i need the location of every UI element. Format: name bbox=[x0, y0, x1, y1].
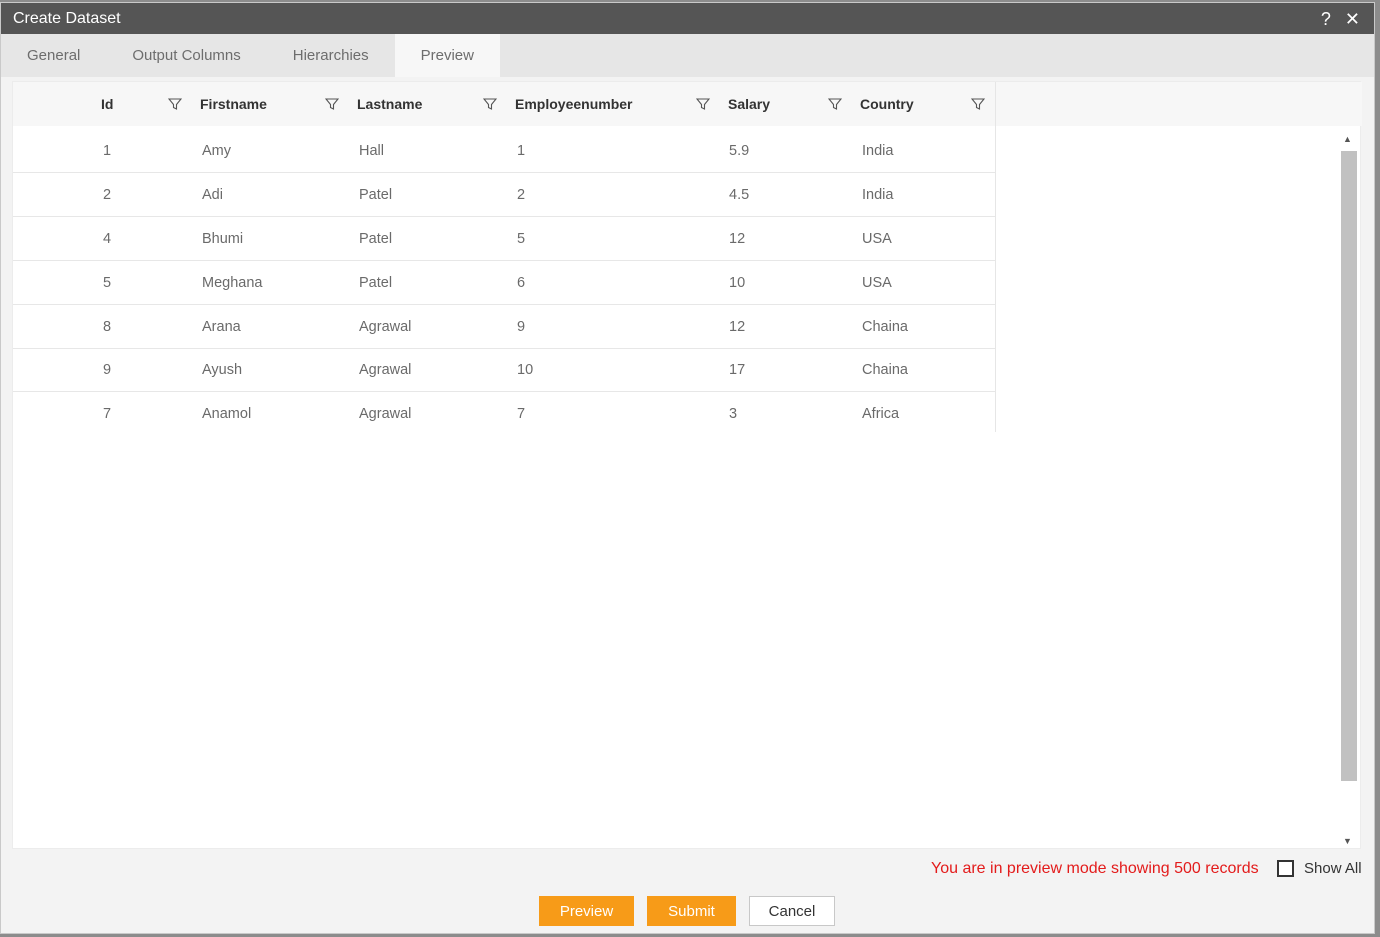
tab-output-columns[interactable]: Output Columns bbox=[106, 34, 266, 77]
tab-preview[interactable]: Preview bbox=[394, 34, 500, 77]
cell-id: 1 bbox=[103, 142, 112, 159]
cell-salary: 12 bbox=[729, 318, 746, 335]
cell-firstname: Bhumi bbox=[202, 230, 244, 247]
cell-firstname: Amy bbox=[202, 142, 231, 159]
table-row[interactable]: 1 Amy Hall 1 5.9 India bbox=[13, 129, 995, 173]
preview-button[interactable]: Preview bbox=[539, 896, 634, 926]
preview-grid-panel: Id Firstname Lastname Employeenumber Sal… bbox=[12, 81, 1362, 849]
column-divider bbox=[995, 82, 996, 432]
cell-lastname: Agrawal bbox=[359, 361, 412, 378]
cell-employeenumber: 2 bbox=[517, 186, 526, 203]
grid-header: Id Firstname Lastname Employeenumber Sal… bbox=[13, 82, 1362, 126]
cell-firstname: Adi bbox=[202, 186, 223, 203]
cell-salary: 17 bbox=[729, 361, 746, 378]
scrollbar-thumb[interactable] bbox=[1341, 151, 1357, 781]
dialog-title: Create Dataset bbox=[13, 9, 121, 27]
cell-lastname: Hall bbox=[359, 142, 384, 159]
show-all-toggle[interactable]: Show All bbox=[1277, 860, 1362, 877]
cell-country: Africa bbox=[862, 405, 900, 422]
cell-country: India bbox=[862, 186, 894, 203]
cell-id: 5 bbox=[103, 274, 112, 291]
scroll-up-arrow-icon[interactable]: ▲ bbox=[1339, 132, 1356, 146]
filter-icon[interactable] bbox=[696, 82, 710, 126]
cell-salary: 10 bbox=[729, 274, 746, 291]
cell-country: USA bbox=[862, 274, 892, 291]
cell-country: India bbox=[862, 142, 894, 159]
cell-employeenumber: 1 bbox=[517, 142, 526, 159]
show-all-checkbox[interactable] bbox=[1277, 860, 1294, 877]
submit-button[interactable]: Submit bbox=[647, 896, 736, 926]
cell-country: Chaina bbox=[862, 318, 908, 335]
cell-id: 2 bbox=[103, 186, 112, 203]
cell-employeenumber: 6 bbox=[517, 274, 526, 291]
cell-salary: 12 bbox=[729, 230, 746, 247]
vertical-scrollbar[interactable]: ▲ ▼ bbox=[1339, 132, 1357, 848]
filter-icon[interactable] bbox=[483, 82, 497, 126]
cell-salary: 4.5 bbox=[729, 186, 750, 203]
cell-employeenumber: 7 bbox=[517, 405, 526, 422]
filter-icon[interactable] bbox=[828, 82, 842, 126]
cancel-button[interactable]: Cancel bbox=[749, 896, 835, 926]
cell-lastname: Patel bbox=[359, 274, 393, 291]
title-actions: ? ✕ bbox=[1321, 3, 1360, 34]
cell-firstname: Anamol bbox=[202, 405, 252, 422]
cell-firstname: Arana bbox=[202, 318, 241, 335]
cell-firstname: Meghana bbox=[202, 274, 263, 291]
column-header-id[interactable]: Id bbox=[101, 82, 113, 126]
table-row[interactable]: 2 Adi Patel 2 4.5 India bbox=[13, 173, 995, 217]
column-header-lastname[interactable]: Lastname bbox=[357, 82, 422, 126]
cell-firstname: Ayush bbox=[202, 361, 243, 378]
cell-employeenumber: 9 bbox=[517, 318, 526, 335]
table-row[interactable]: 8 Arana Agrawal 9 12 Chaina bbox=[13, 305, 995, 349]
cell-id: 9 bbox=[103, 361, 112, 378]
dialog-titlebar: Create Dataset ? ✕ bbox=[1, 3, 1374, 34]
table-row[interactable]: 7 Anamol Agrawal 7 3 Africa bbox=[13, 392, 995, 436]
cell-lastname: Patel bbox=[359, 186, 393, 203]
column-header-firstname[interactable]: Firstname bbox=[200, 82, 267, 126]
filter-icon[interactable] bbox=[971, 82, 985, 126]
cell-salary: 3 bbox=[729, 405, 738, 422]
cell-salary: 5.9 bbox=[729, 142, 750, 159]
preview-mode-notice: You are in preview mode showing 500 reco… bbox=[931, 860, 1259, 877]
cell-country: Chaina bbox=[862, 361, 908, 378]
tab-bar: General Output Columns Hierarchies Previ… bbox=[1, 34, 1374, 77]
cell-lastname: Agrawal bbox=[359, 318, 412, 335]
cell-id: 7 bbox=[103, 405, 112, 422]
filter-icon[interactable] bbox=[168, 82, 182, 126]
table-row[interactable]: 5 Meghana Patel 6 10 USA bbox=[13, 261, 995, 305]
show-all-label: Show All bbox=[1304, 860, 1362, 877]
column-header-employeenumber[interactable]: Employeenumber bbox=[515, 82, 632, 126]
close-icon[interactable]: ✕ bbox=[1345, 10, 1360, 28]
scroll-down-arrow-icon[interactable]: ▼ bbox=[1339, 834, 1356, 848]
cell-id: 8 bbox=[103, 318, 112, 335]
column-header-country[interactable]: Country bbox=[860, 82, 914, 126]
column-header-salary[interactable]: Salary bbox=[728, 82, 770, 126]
table-row[interactable]: 9 Ayush Agrawal 10 17 Chaina bbox=[13, 348, 995, 392]
table-row[interactable]: 4 Bhumi Patel 5 12 USA bbox=[13, 217, 995, 261]
cell-id: 4 bbox=[103, 230, 112, 247]
cell-lastname: Patel bbox=[359, 230, 393, 247]
cell-country: USA bbox=[862, 230, 892, 247]
cell-employeenumber: 5 bbox=[517, 230, 526, 247]
filter-icon[interactable] bbox=[325, 82, 339, 126]
cell-lastname: Agrawal bbox=[359, 405, 412, 422]
cell-employeenumber: 10 bbox=[517, 361, 534, 378]
help-icon[interactable]: ? bbox=[1321, 10, 1331, 28]
tab-general[interactable]: General bbox=[1, 34, 106, 77]
tab-hierarchies[interactable]: Hierarchies bbox=[267, 34, 395, 77]
